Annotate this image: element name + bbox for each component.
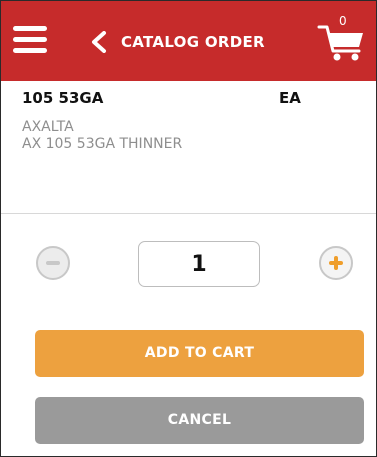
app-screen: CATALOG ORDER 0 105 53GA EA AXALTA AX 10… bbox=[0, 0, 377, 457]
quantity-field[interactable] bbox=[138, 241, 260, 287]
part-number: 105 53GA bbox=[22, 89, 104, 107]
hamburger-menu-icon[interactable] bbox=[13, 26, 47, 54]
add-to-cart-button[interactable]: ADD TO CART bbox=[35, 330, 364, 377]
product-info: 105 53GA EA AXALTA AX 105 53GA THINNER bbox=[1, 81, 376, 214]
decrease-quantity-button[interactable] bbox=[36, 246, 70, 280]
product-description: AX 105 53GA THINNER bbox=[22, 136, 183, 152]
page-title: CATALOG ORDER bbox=[121, 33, 265, 51]
minus-circle-icon bbox=[46, 261, 60, 265]
cart-count-badge: 0 bbox=[339, 14, 347, 28]
cart-button[interactable]: 0 bbox=[317, 14, 367, 63]
chevron-left-icon[interactable] bbox=[89, 31, 109, 53]
increase-quantity-button[interactable] bbox=[319, 246, 353, 280]
unit-of-measure: EA bbox=[279, 89, 301, 107]
product-brand: AXALTA bbox=[22, 119, 74, 135]
header-bar: CATALOG ORDER 0 bbox=[1, 1, 376, 81]
cancel-button[interactable]: CANCEL bbox=[35, 397, 364, 444]
